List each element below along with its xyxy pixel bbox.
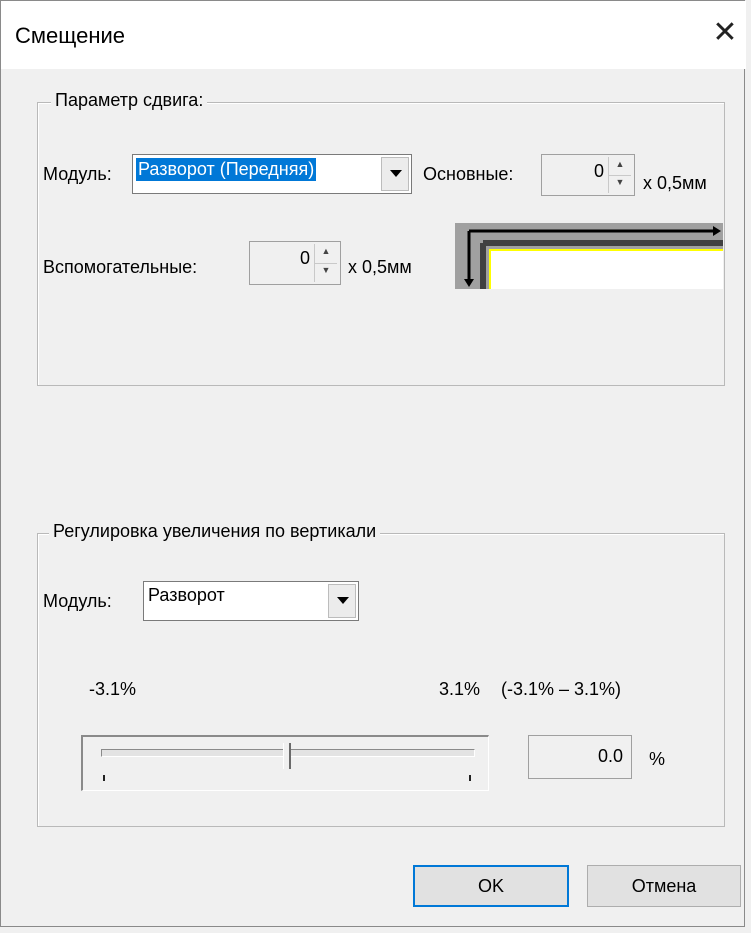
zoom-range-label: (-3.1% – 3.1%) [501, 679, 622, 699]
zoom-slider[interactable] [81, 735, 489, 791]
cancel-button[interactable]: Отмена [587, 865, 741, 907]
title-bar: Смещение ✕ [1, 1, 746, 69]
zoom-module-label: Модуль: [43, 591, 112, 611]
slider-thumb[interactable] [283, 743, 291, 769]
chevron-down-icon[interactable] [328, 584, 356, 618]
main-offset-label: Основные: [423, 164, 514, 184]
shift-dialog: Смещение ✕ Параметр сдвига: Модуль: Разв… [0, 0, 746, 927]
chevron-down-icon[interactable] [381, 157, 409, 191]
shift-preview-drawing [455, 223, 723, 289]
ok-button[interactable]: OK [413, 865, 569, 907]
module-select-value: Разворот (Передняя) [136, 158, 317, 181]
module-select[interactable]: Разворот (Передняя) [132, 154, 412, 194]
slider-tick-min [103, 775, 105, 781]
zoom-min-label: -3.1% [89, 679, 137, 699]
aux-offset-unit: x 0,5мм [348, 257, 412, 277]
main-offset-value: 0 [593, 161, 604, 181]
spin-down-icon[interactable]: ▼ [609, 175, 631, 193]
spin-up-icon[interactable]: ▲ [315, 244, 337, 264]
spin-up-icon[interactable]: ▲ [609, 157, 631, 176]
zoom-value-field[interactable]: 0.0 [528, 735, 632, 779]
aux-offset-value: 0 [299, 248, 310, 268]
module-label: Модуль: [43, 164, 112, 184]
zoom-module-select[interactable]: Разворот [143, 581, 359, 621]
main-offset-spinner[interactable]: 0 ▲ ▼ [541, 154, 635, 196]
spin-down-icon[interactable]: ▼ [315, 263, 337, 282]
zoom-module-select-value: Разворот [148, 585, 225, 605]
zoom-value: 0.0 [597, 746, 623, 766]
aux-offset-spinner[interactable]: 0 ▲ ▼ [249, 241, 341, 285]
aux-offset-label: Вспомогательные: [43, 257, 198, 277]
shift-parameters-legend: Параметр сдвига: [51, 90, 208, 111]
main-offset-unit: x 0,5мм [643, 173, 707, 193]
zoom-unit: % [649, 749, 666, 769]
close-icon[interactable]: ✕ [707, 13, 743, 53]
shift-preview-image [455, 223, 723, 289]
spinner-arrows: ▲ ▼ [314, 244, 338, 282]
dialog-title: Смещение [15, 23, 126, 48]
spinner-arrows: ▲ ▼ [608, 157, 632, 193]
zoom-max-label: 3.1% [439, 679, 481, 699]
slider-tick-max [469, 775, 471, 781]
vertical-zoom-legend: Регулировка увеличения по вертикали [49, 521, 381, 542]
